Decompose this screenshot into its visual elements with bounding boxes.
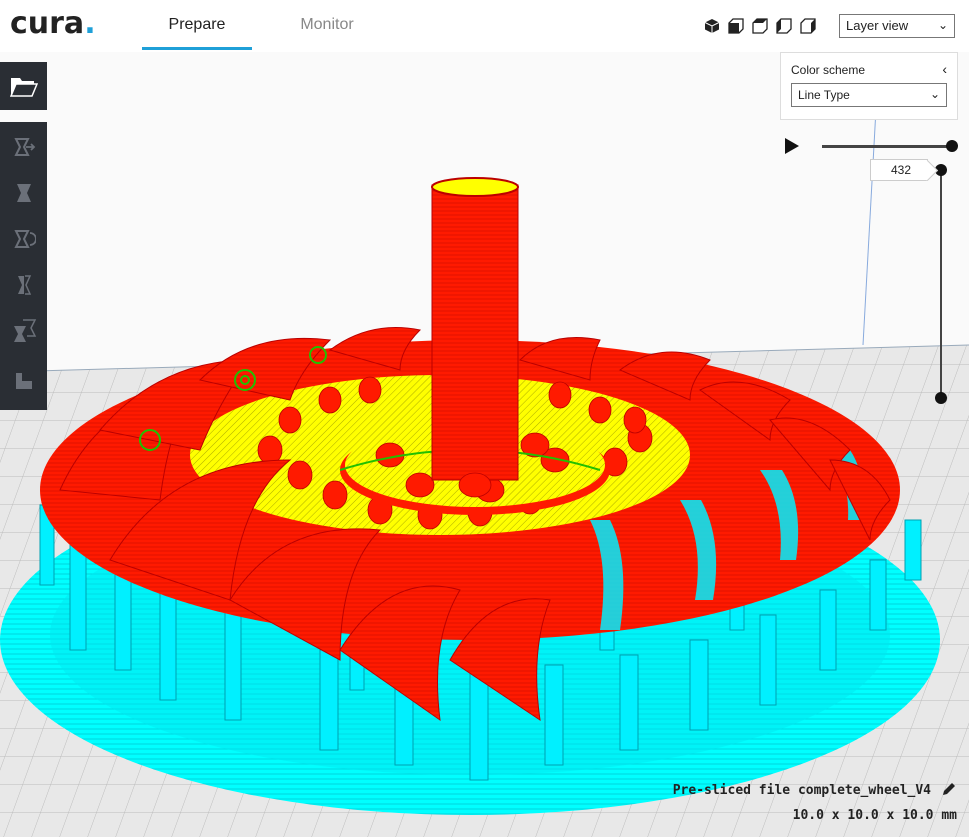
- path-slider-track[interactable]: [822, 145, 952, 148]
- mirror-tool-button[interactable]: [0, 262, 47, 308]
- per-model-settings-icon: [13, 319, 36, 342]
- left-view-icon[interactable]: [774, 16, 794, 36]
- rotate-tool-button[interactable]: [0, 216, 47, 262]
- scale-icon: [16, 184, 31, 202]
- color-scheme-dropdown[interactable]: Line Type ⌄: [791, 83, 947, 107]
- support-blocker-button[interactable]: [0, 358, 47, 404]
- tool-sidebar: [0, 122, 47, 410]
- layer-slider-track[interactable]: [940, 170, 942, 398]
- color-scheme-title: Color scheme: [791, 63, 866, 77]
- view-mode-dropdown[interactable]: Layer view ⌄: [839, 14, 955, 38]
- top-bar: cura. Prepare Monitor Layer view ⌄: [0, 0, 969, 52]
- support-blocker-icon: [15, 373, 32, 389]
- scale-tool-button[interactable]: [0, 170, 47, 216]
- file-name-label: Pre-sliced file complete_wheel_V4: [672, 783, 931, 798]
- camera-view-buttons: [702, 16, 818, 36]
- chevron-down-icon: ⌄: [929, 87, 940, 101]
- collapse-chevron-icon[interactable]: ‹: [942, 61, 947, 77]
- model-dimensions: 10.0 x 10.0 x 10.0 mm: [792, 808, 957, 823]
- layer-number-input[interactable]: 432: [870, 159, 928, 181]
- build-plate-viewport[interactable]: [0, 0, 969, 837]
- chevron-down-icon: ⌄: [937, 18, 948, 32]
- right-view-icon[interactable]: [798, 16, 818, 36]
- rotate-icon: [13, 230, 36, 248]
- cura-logo: cura.: [10, 6, 96, 41]
- 3d-view-icon[interactable]: [702, 16, 722, 36]
- folder-open-icon: [9, 78, 38, 97]
- logo-dot: .: [84, 6, 96, 41]
- view-mode-value: Layer view: [846, 18, 909, 33]
- open-file-button[interactable]: [0, 62, 47, 110]
- move-tool-button[interactable]: [0, 124, 47, 170]
- layer-slider-bottom-handle[interactable]: [935, 392, 947, 404]
- play-icon[interactable]: [784, 137, 800, 155]
- top-view-icon[interactable]: [750, 16, 770, 36]
- move-icon: [13, 138, 35, 156]
- tab-monitor[interactable]: Monitor: [272, 16, 382, 50]
- per-model-settings-button[interactable]: [0, 308, 47, 354]
- tab-prepare[interactable]: Prepare: [142, 16, 252, 50]
- pencil-icon[interactable]: [941, 781, 957, 797]
- color-scheme-value: Line Type: [798, 88, 850, 102]
- path-slider-handle[interactable]: [946, 140, 958, 152]
- mirror-icon: [17, 275, 31, 295]
- front-view-icon[interactable]: [726, 16, 746, 36]
- logo-text: cura: [10, 6, 85, 41]
- color-scheme-panel: Color scheme ‹ Line Type ⌄: [780, 52, 958, 120]
